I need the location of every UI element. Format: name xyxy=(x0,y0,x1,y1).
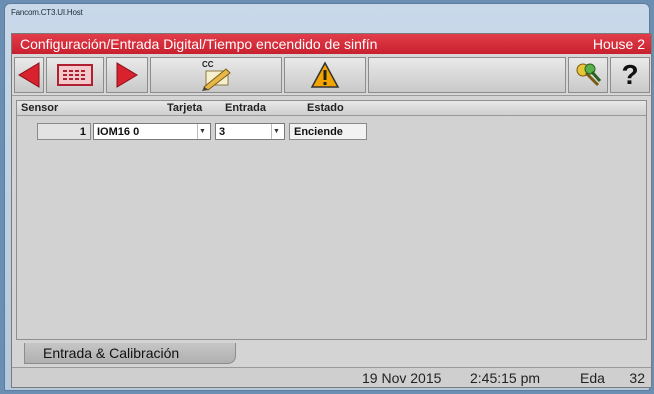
toolbar-spacer xyxy=(368,57,566,93)
house-label: House 2 xyxy=(592,36,645,52)
copy-button[interactable]: CC xyxy=(150,57,282,93)
chevron-down-icon: ▼ xyxy=(271,124,281,139)
input-select[interactable]: 3 ▼ xyxy=(215,123,285,140)
header-sensor: Sensor xyxy=(21,102,59,114)
forward-button[interactable] xyxy=(106,57,148,93)
copy-pencil-icon: CC xyxy=(196,59,236,91)
input-select-value: 3 xyxy=(219,125,226,138)
status-label: Eda xyxy=(580,370,605,386)
status-bar: 19 Nov 2015 2:45:15 pm Eda 32 xyxy=(12,367,651,387)
toolbar: CC ? xyxy=(12,54,651,96)
status-value: 32 xyxy=(629,370,645,386)
right-arrow-icon xyxy=(116,62,138,88)
header-bar: Configuración/Entrada Digital/Tiempo enc… xyxy=(12,34,651,54)
left-arrow-icon xyxy=(18,62,40,88)
warning-icon xyxy=(310,61,340,88)
help-button[interactable]: ? xyxy=(610,57,650,93)
keys-icon xyxy=(576,63,602,87)
header-input: Entrada xyxy=(225,102,266,114)
header-status: Estado xyxy=(307,102,344,114)
sensor-number: 1 xyxy=(37,123,91,140)
page-title: Configuración/Entrada Digital/Tiempo enc… xyxy=(20,36,378,52)
tab-bar: Entrada & Calibración xyxy=(16,342,647,364)
table-row: 1 IOM16 0 ▼ 3 ▼ Enciende xyxy=(17,123,646,141)
window-title: Fancom.CT3.UI.Host xyxy=(11,8,83,17)
help-icon: ? xyxy=(621,59,639,90)
application-window: Fancom.CT3.UI.Host Configuración/Entrada… xyxy=(4,3,652,391)
status-time: 2:45:15 pm xyxy=(470,370,541,386)
card-select-value: IOM16 0 xyxy=(97,125,140,138)
card-select[interactable]: IOM16 0 ▼ xyxy=(93,123,211,140)
tab-entrada-calibracion[interactable]: Entrada & Calibración xyxy=(24,343,236,364)
status-value: Enciende xyxy=(289,123,367,140)
list-icon xyxy=(57,64,93,86)
back-button[interactable] xyxy=(14,57,44,93)
sensor-table: Sensor Tarjeta Entrada Estado 1 IOM16 0 … xyxy=(16,100,647,340)
chevron-down-icon: ▼ xyxy=(197,124,207,139)
menu-button[interactable] xyxy=(46,57,104,93)
status-date: 19 Nov 2015 xyxy=(362,370,442,386)
table-header: Sensor Tarjeta Entrada Estado xyxy=(17,101,646,116)
keys-button[interactable] xyxy=(568,57,608,93)
alarm-button[interactable] xyxy=(284,57,366,93)
app-panel: Configuración/Entrada Digital/Tiempo enc… xyxy=(11,33,652,388)
header-card: Tarjeta xyxy=(167,102,203,114)
